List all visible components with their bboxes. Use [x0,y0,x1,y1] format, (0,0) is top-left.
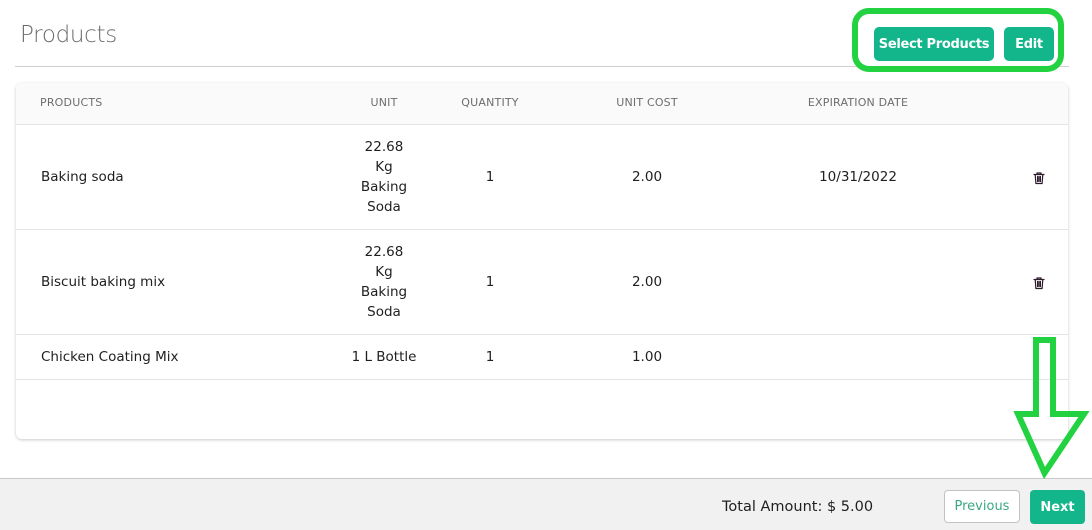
product-name: Chicken Coating Mix [41,349,179,365]
next-button[interactable]: Next [1030,490,1085,524]
unit-cost: 1.00 [631,349,663,365]
product-name: Biscuit baking mix [41,274,166,290]
expiration-date: 10/31/2022 [819,169,897,185]
column-header-unit: UNIT [370,96,398,109]
footer-bar: Total Amount: $ 5.00 Previous Next [0,478,1092,530]
unit-line: Kg [375,159,393,175]
quantity: 1 [485,274,495,290]
trash-icon[interactable] [1032,276,1046,290]
page-title: Products [20,22,117,48]
unit-line: Kg [375,264,393,280]
down-arrow-annotation [1013,337,1090,479]
quantity: 1 [485,349,495,365]
unit-line: 22.68 [364,244,404,260]
column-header-quantity: QUANTITY [461,96,519,109]
unit-cost: 2.00 [631,274,663,290]
table-row: Baking soda 22.68 Kg Baking Soda 1 2.00 … [16,125,1068,230]
unit-line: Baking [360,284,408,300]
select-products-button[interactable]: Select Products [874,27,994,61]
unit-line: Soda [367,304,401,320]
table-header: PRODUCTS UNIT QUANTITY UNIT COST EXPIRAT… [16,83,1068,125]
unit-cell: 1 L Bottle [351,349,417,365]
quantity: 1 [485,169,495,185]
unit-line: Soda [367,199,401,215]
trash-icon[interactable] [1032,171,1046,185]
unit-cost: 2.00 [631,169,663,185]
total-amount: Total Amount: $ 5.00 [722,499,874,515]
table-row: Chicken Coating Mix 1 L Bottle 1 1.00 [16,335,1068,380]
unit-line: Baking [360,179,408,195]
unit-cell: 22.68 Kg Baking Soda [351,242,417,322]
unit-line: 22.68 [364,139,404,155]
edit-button[interactable]: Edit [1004,27,1054,61]
previous-button[interactable]: Previous [944,490,1020,523]
column-header-expiration-date: EXPIRATION DATE [807,96,909,109]
product-name: Baking soda [41,169,124,185]
unit-cell: 22.68 Kg Baking Soda [351,137,417,217]
products-table: PRODUCTS UNIT QUANTITY UNIT COST EXPIRAT… [16,83,1068,439]
column-header-unit-cost: UNIT COST [616,96,678,109]
column-header-products: PRODUCTS [40,96,103,109]
table-row: Biscuit baking mix 22.68 Kg Baking Soda … [16,230,1068,335]
